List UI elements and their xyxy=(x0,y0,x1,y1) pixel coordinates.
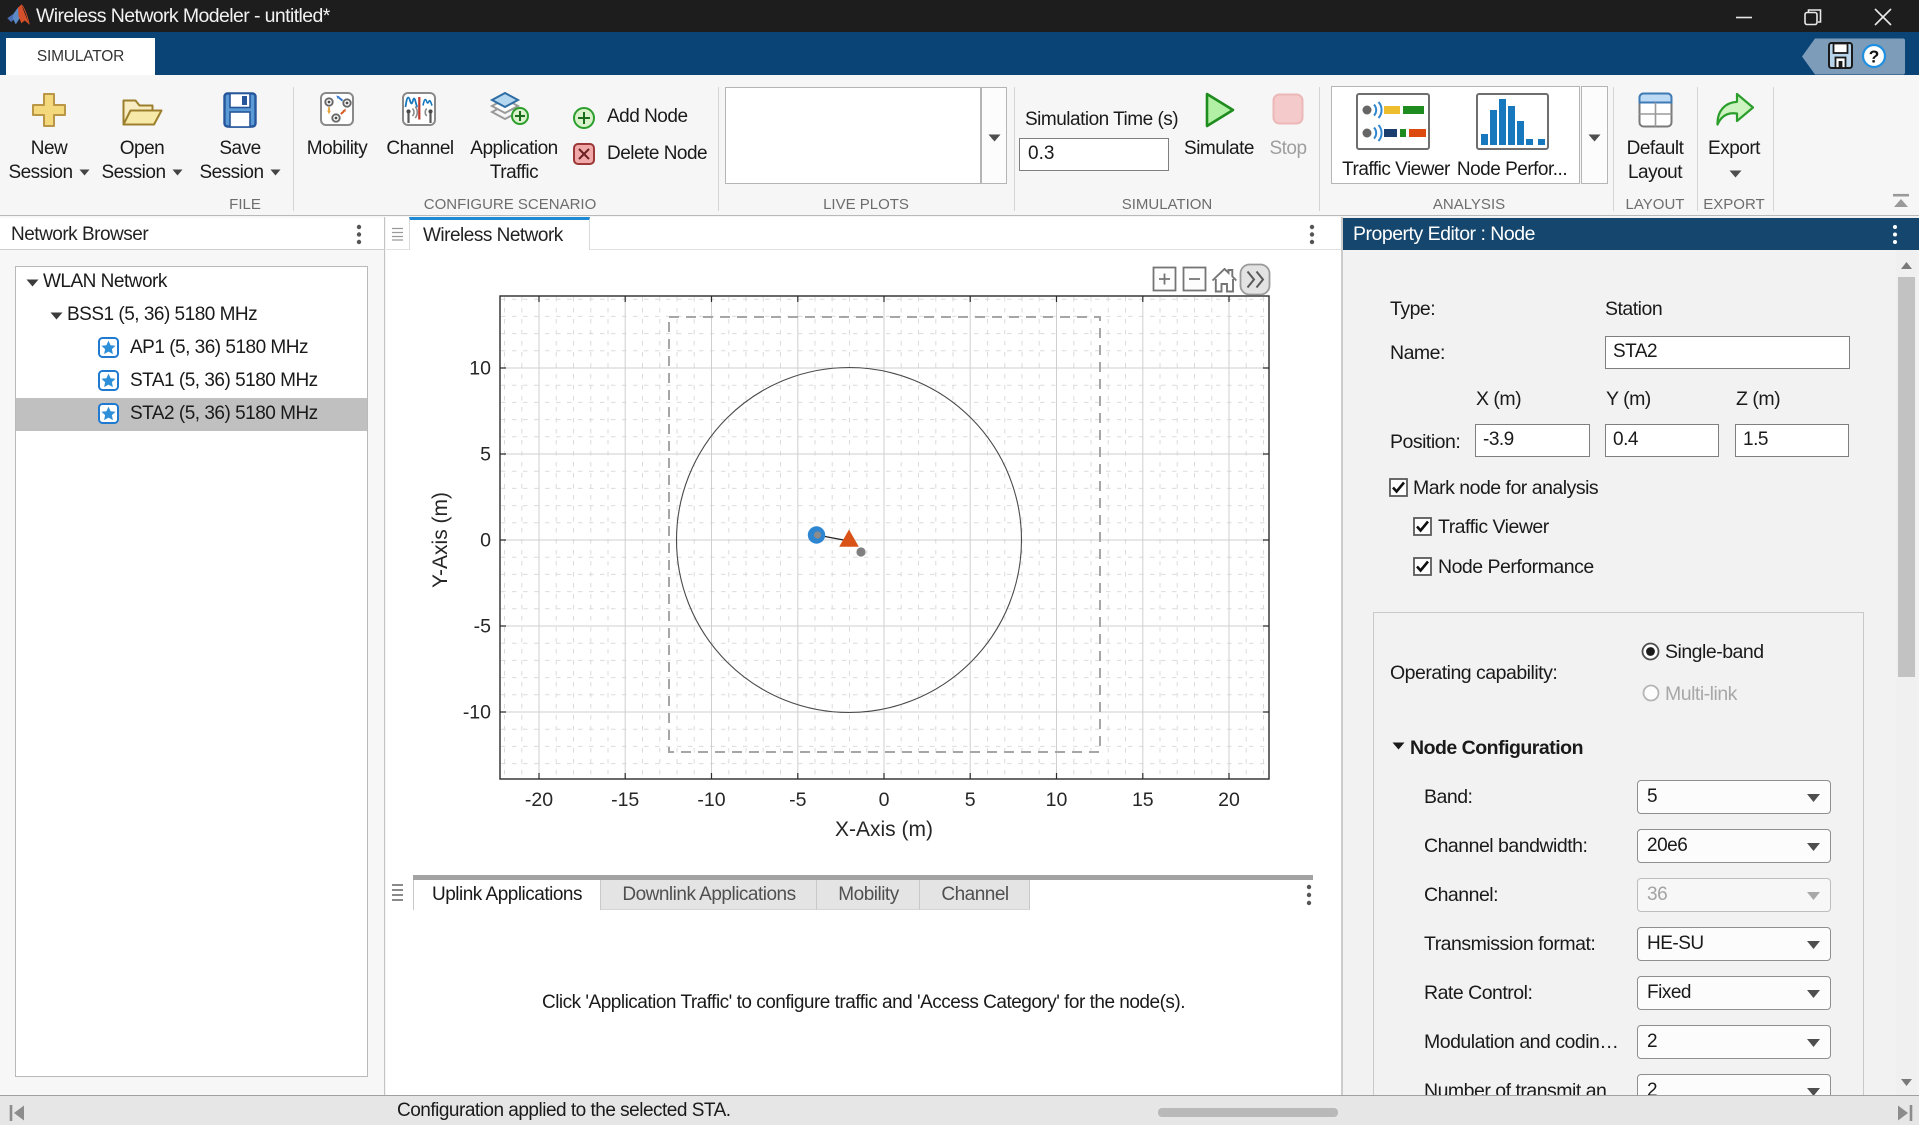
svg-text:20: 20 xyxy=(1218,789,1240,811)
svg-text:-20: -20 xyxy=(525,789,553,811)
svg-text:Y-Axis (m): Y-Axis (m) xyxy=(429,492,452,588)
svg-text:-5: -5 xyxy=(474,616,491,638)
svg-text:10: 10 xyxy=(469,358,491,380)
svg-text:15: 15 xyxy=(1132,789,1154,811)
svg-text:5: 5 xyxy=(480,444,491,466)
svg-text:-5: -5 xyxy=(789,789,806,811)
svg-text:5: 5 xyxy=(965,789,976,811)
svg-text:0: 0 xyxy=(480,530,491,552)
svg-text:X-Axis (m): X-Axis (m) xyxy=(835,818,933,841)
svg-text:?: ? xyxy=(1869,47,1880,67)
svg-text:-10: -10 xyxy=(463,702,491,724)
svg-text:-10: -10 xyxy=(697,789,725,811)
svg-text:10: 10 xyxy=(1046,789,1068,811)
svg-text:0: 0 xyxy=(879,789,890,811)
svg-text:-15: -15 xyxy=(611,789,639,811)
